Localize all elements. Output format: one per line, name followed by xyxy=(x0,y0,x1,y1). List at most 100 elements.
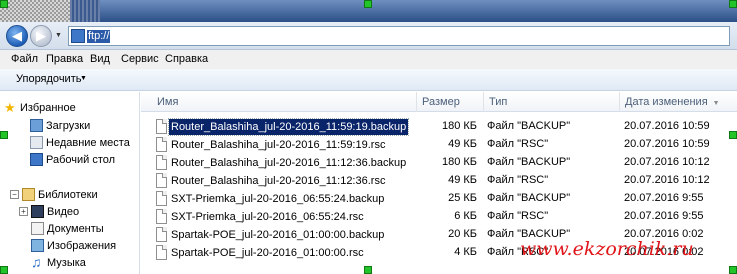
nav-music[interactable]: ♫ Музыка xyxy=(0,254,139,271)
table-row[interactable]: SXT-Priemka_jul-20-2016_06:55:24.backup … xyxy=(141,190,737,208)
file-name: Spartak-POE_jul-20-2016_01:00:00.backup xyxy=(171,229,385,241)
file-date: 20.07.2016 10:59 xyxy=(624,138,710,150)
expand-icon[interactable]: + xyxy=(19,207,28,216)
file-name: Router_Balashiha_jul-20-2016_11:12:36.ba… xyxy=(171,157,407,169)
column-date[interactable]: Дата изменения ▼ xyxy=(620,92,737,112)
nav-video-label: Видео xyxy=(47,206,80,218)
nav-desktop[interactable]: Рабочий стол xyxy=(0,152,139,168)
selection-handle xyxy=(364,0,372,8)
file-size: 180 КБ xyxy=(441,120,477,132)
nav-recent-label: Недавние места xyxy=(46,137,130,149)
navigation-bar: ◀ ▶ ▼ ftp:// xyxy=(0,22,737,50)
file-type: Файл "RSC" xyxy=(487,210,549,222)
images-library-icon xyxy=(31,239,44,252)
selection-handle xyxy=(729,266,737,274)
selection-handle xyxy=(0,0,8,8)
file-name: Spartak-POE_jul-20-2016_01:00:00.rsc xyxy=(171,247,364,259)
ftp-folder-icon xyxy=(71,29,85,43)
file-date: 20.07.2016 10:12 xyxy=(624,156,710,168)
file-type: Файл "RSC" xyxy=(487,174,549,186)
selection-handle xyxy=(364,266,372,274)
nav-desktop-label: Рабочий стол xyxy=(46,154,116,166)
back-button[interactable]: ◀ xyxy=(6,25,28,47)
file-size: 4 КБ xyxy=(454,246,477,258)
nav-images[interactable]: Изображения xyxy=(0,238,139,254)
nav-libraries[interactable]: − Библиотеки xyxy=(0,187,139,203)
file-name: SXT-Priemka_jul-20-2016_06:55:24.rsc xyxy=(171,211,364,223)
nav-recent-places[interactable]: Недавние места xyxy=(0,135,139,151)
star-icon: ★ xyxy=(4,100,16,115)
address-bar[interactable]: ftp:// xyxy=(68,26,730,46)
table-row[interactable]: Router_Balashiha_jul-20-2016_11:59:19.rs… xyxy=(141,136,737,154)
file-size: 49 КБ xyxy=(448,138,477,150)
file-icon xyxy=(156,155,167,170)
menu-edit[interactable]: Правка xyxy=(46,53,83,65)
collapse-icon[interactable]: − xyxy=(10,190,19,199)
forward-button[interactable]: ▶ xyxy=(30,25,52,47)
file-date: 20.07.2016 9:55 xyxy=(624,192,704,204)
selection-handle xyxy=(0,131,8,139)
watermark: www.ekzorchik.ru xyxy=(520,238,694,260)
file-name: SXT-Priemka_jul-20-2016_06:55:24.backup xyxy=(171,193,385,205)
nav-downloads-label: Загрузки xyxy=(46,120,91,132)
organize-dropdown-icon[interactable]: ▼ xyxy=(80,75,87,82)
column-name-label: Имя xyxy=(157,96,179,108)
menu-tools[interactable]: Сервис xyxy=(121,53,159,65)
table-row[interactable]: Router_Balashiha_jul-20-2016_11:12:36.ba… xyxy=(141,154,737,172)
window-frame-pattern xyxy=(0,0,70,22)
nav-music-label: Музыка xyxy=(47,257,86,269)
column-name[interactable]: Имя xyxy=(141,92,417,112)
selection-handle xyxy=(729,0,737,8)
file-size: 20 КБ xyxy=(448,228,477,240)
documents-library-icon xyxy=(31,222,44,235)
file-icon xyxy=(156,227,167,242)
nav-favorites[interactable]: ★ Избранное xyxy=(0,100,139,116)
music-note-icon: ♫ xyxy=(31,254,42,270)
recent-places-icon xyxy=(30,136,43,149)
nav-video[interactable]: + Видео xyxy=(0,204,139,220)
column-size[interactable]: Размер xyxy=(417,92,484,112)
sort-descending-icon: ▼ xyxy=(712,100,720,107)
file-size: 49 КБ xyxy=(448,174,477,186)
file-type: Файл "RSC" xyxy=(487,138,549,150)
file-date: 20.07.2016 9:55 xyxy=(624,210,704,222)
downloads-folder-icon xyxy=(30,119,43,132)
column-header: Имя Размер Тип Дата изменения ▼ xyxy=(141,92,737,112)
column-date-label: Дата изменения xyxy=(625,96,708,108)
file-icon xyxy=(156,173,167,188)
libraries-icon xyxy=(22,188,35,201)
file-icon xyxy=(156,191,167,206)
file-type: Файл "BACKUP" xyxy=(487,156,571,168)
file-icon xyxy=(156,209,167,224)
menu-help[interactable]: Справка xyxy=(165,53,208,65)
command-bar: Упорядочить ▼ xyxy=(0,69,737,91)
history-dropdown-icon[interactable]: ▼ xyxy=(55,31,64,40)
nav-documents-label: Документы xyxy=(47,223,104,235)
selection-handle xyxy=(0,266,8,274)
file-date: 20.07.2016 10:59 xyxy=(624,120,710,132)
organize-button[interactable]: Упорядочить xyxy=(16,73,81,85)
file-size: 180 КБ xyxy=(441,156,477,168)
file-icon xyxy=(156,119,167,134)
column-type-label: Тип xyxy=(489,96,508,108)
table-row[interactable]: SXT-Priemka_jul-20-2016_06:55:24.rsc 6 К… xyxy=(141,208,737,226)
table-row[interactable]: Router_Balashiha_jul-20-2016_11:59:19.ba… xyxy=(141,118,737,136)
menu-view[interactable]: Вид xyxy=(90,53,110,65)
nav-favorites-label: Избранное xyxy=(20,102,76,114)
menu-file[interactable]: Файл xyxy=(11,53,38,65)
navigation-pane: ★ Избранное Загрузки Недавние места Рабо… xyxy=(0,92,140,274)
selection-handle xyxy=(729,131,737,139)
column-type[interactable]: Тип xyxy=(484,92,620,112)
file-size: 6 КБ xyxy=(454,210,477,222)
window-frame-pattern xyxy=(70,0,100,22)
table-row[interactable]: Router_Balashiha_jul-20-2016_11:12:36.rs… xyxy=(141,172,737,190)
nav-downloads[interactable]: Загрузки xyxy=(0,118,139,134)
nav-documents[interactable]: Документы xyxy=(0,221,139,237)
file-icon xyxy=(156,137,167,152)
file-type: Файл "BACKUP" xyxy=(487,192,571,204)
file-name: Router_Balashiha_jul-20-2016_11:59:19.ba… xyxy=(167,118,410,136)
file-icon xyxy=(156,245,167,260)
file-type: Файл "BACKUP" xyxy=(487,120,571,132)
address-path[interactable]: ftp:// xyxy=(87,30,111,43)
file-size: 25 КБ xyxy=(448,192,477,204)
